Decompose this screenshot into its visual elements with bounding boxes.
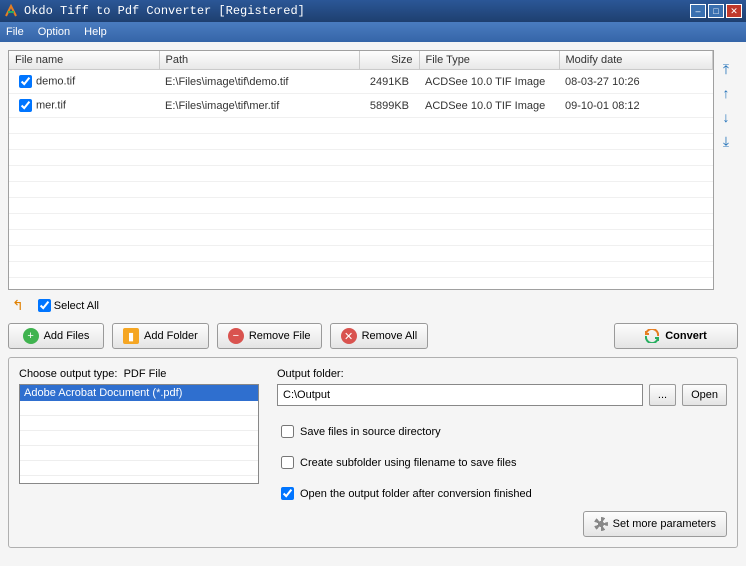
output-folder-label: Output folder: bbox=[277, 368, 727, 380]
col-date[interactable]: Modify date bbox=[559, 51, 713, 70]
output-type-option[interactable]: Adobe Acrobat Document (*.pdf) bbox=[20, 385, 258, 401]
parent-folder-icon[interactable]: ↰ bbox=[12, 297, 24, 314]
app-window: Okdo Tiff to Pdf Converter [Registered] … bbox=[0, 0, 746, 566]
output-type-label: Choose output type: bbox=[19, 368, 117, 380]
window-title: Okdo Tiff to Pdf Converter [Registered] bbox=[24, 4, 688, 18]
maximize-button[interactable]: □ bbox=[708, 4, 724, 18]
row-checkbox[interactable] bbox=[19, 99, 32, 112]
open-folder-button[interactable]: Open bbox=[682, 384, 727, 406]
x-icon: ✕ bbox=[341, 328, 357, 344]
col-filename[interactable]: File name bbox=[9, 51, 159, 70]
move-up-button[interactable]: ↑ bbox=[717, 84, 735, 102]
menu-help[interactable]: Help bbox=[84, 26, 107, 38]
browse-button[interactable]: ... bbox=[649, 384, 676, 406]
convert-icon bbox=[645, 329, 659, 343]
file-list[interactable]: File name Path Size File Type Modify dat… bbox=[8, 50, 714, 290]
gear-icon bbox=[594, 517, 608, 531]
menubar: File Option Help bbox=[0, 22, 746, 42]
move-top-button[interactable]: ⤒ bbox=[717, 60, 735, 78]
menu-option[interactable]: Option bbox=[38, 26, 70, 38]
open-after-label: Open the output folder after conversion … bbox=[300, 488, 532, 500]
add-folder-button[interactable]: ▮ Add Folder bbox=[112, 323, 209, 349]
output-type-list[interactable]: Adobe Acrobat Document (*.pdf) bbox=[19, 384, 259, 484]
set-more-parameters-button[interactable]: Set more parameters bbox=[583, 511, 727, 537]
table-row[interactable]: demo.tifE:\Files\image\tif\demo.tif2491K… bbox=[9, 70, 713, 94]
convert-button[interactable]: Convert bbox=[614, 323, 738, 349]
col-size[interactable]: Size bbox=[359, 51, 419, 70]
remove-file-button[interactable]: − Remove File bbox=[217, 323, 322, 349]
folder-icon: ▮ bbox=[123, 328, 139, 344]
select-all-checkbox[interactable] bbox=[38, 299, 51, 312]
minimize-button[interactable]: – bbox=[690, 4, 706, 18]
reorder-buttons: ⤒ ↑ ↓ ⤓ bbox=[714, 50, 738, 290]
table-row[interactable]: mer.tifE:\Files\image\tif\mer.tif5899KBA… bbox=[9, 94, 713, 118]
close-button[interactable]: ✕ bbox=[726, 4, 742, 18]
save-in-source-label: Save files in source directory bbox=[300, 426, 441, 438]
row-checkbox[interactable] bbox=[19, 75, 32, 88]
create-subfolder-checkbox[interactable] bbox=[281, 456, 294, 469]
move-bottom-button[interactable]: ⤓ bbox=[717, 132, 735, 150]
output-panel: Choose output type: PDF File Adobe Acrob… bbox=[8, 357, 738, 548]
output-folder-input[interactable] bbox=[277, 384, 643, 406]
content-area: File name Path Size File Type Modify dat… bbox=[0, 42, 746, 566]
save-in-source-checkbox[interactable] bbox=[281, 425, 294, 438]
minus-icon: − bbox=[228, 328, 244, 344]
open-after-checkbox[interactable] bbox=[281, 487, 294, 500]
app-icon bbox=[4, 4, 18, 18]
create-subfolder-label: Create subfolder using filename to save … bbox=[300, 457, 516, 469]
titlebar: Okdo Tiff to Pdf Converter [Registered] … bbox=[0, 0, 746, 22]
menu-file[interactable]: File bbox=[6, 26, 24, 38]
plus-icon: + bbox=[23, 328, 39, 344]
select-all-label: Select All bbox=[54, 300, 99, 312]
move-down-button[interactable]: ↓ bbox=[717, 108, 735, 126]
col-path[interactable]: Path bbox=[159, 51, 359, 70]
output-type-current: PDF File bbox=[124, 368, 167, 380]
remove-all-button[interactable]: ✕ Remove All bbox=[330, 323, 429, 349]
add-files-button[interactable]: + Add Files bbox=[8, 323, 104, 349]
col-type[interactable]: File Type bbox=[419, 51, 559, 70]
